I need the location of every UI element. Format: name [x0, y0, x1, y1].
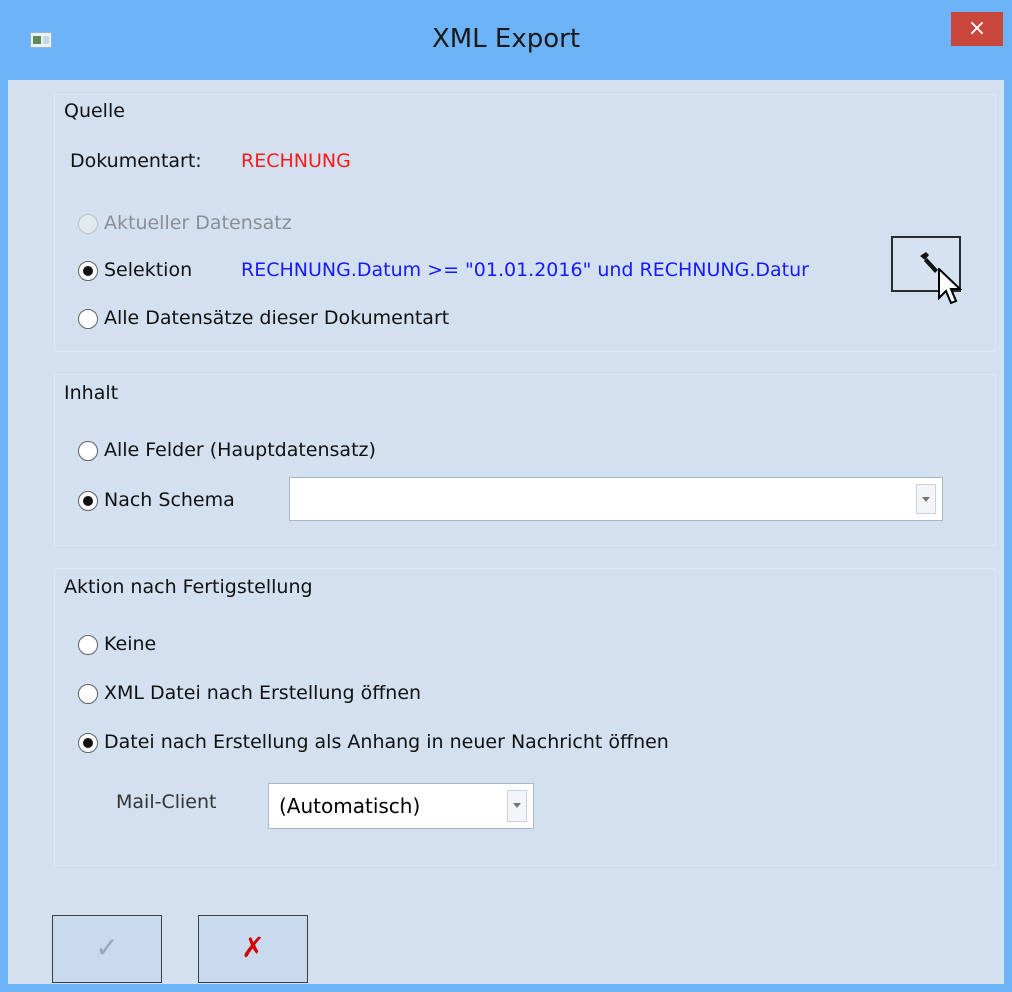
dokumentart-value: RECHNUNG [241, 150, 351, 172]
mouse-pointer-icon [938, 268, 962, 305]
radio-nach-schema[interactable] [78, 491, 98, 511]
title-bar: XML Export × [0, 0, 1012, 80]
quelle-group-title: Quelle [64, 100, 125, 122]
anhang-label[interactable]: Datei nach Erstellung als Anhang in neue… [104, 731, 669, 753]
radio-keine[interactable] [78, 635, 98, 655]
aktueller-datensatz-label: Aktueller Datensatz [104, 212, 292, 234]
chevron-down-icon[interactable] [507, 790, 527, 822]
alle-felder-label[interactable]: Alle Felder (Hauptdatensatz) [104, 439, 376, 461]
nach-schema-label[interactable]: Nach Schema [104, 489, 235, 511]
radio-selektion[interactable] [78, 261, 98, 281]
selection-criteria-text: RECHNUNG.Datum >= "01.01.2016" und RECHN… [241, 259, 809, 281]
radio-anhang[interactable] [78, 733, 98, 753]
window-title: XML Export [431, 24, 581, 54]
radio-aktueller-datensatz [78, 214, 98, 234]
xml-oeffnen-label[interactable]: XML Datei nach Erstellung öffnen [104, 682, 421, 704]
selektion-label[interactable]: Selektion [104, 259, 192, 281]
radio-alle-felder[interactable] [78, 441, 98, 461]
radio-alle-datensaetze[interactable] [78, 309, 98, 329]
chevron-down-icon[interactable] [916, 484, 936, 514]
schema-combo[interactable] [289, 477, 943, 521]
dialog-client-area: Quelle Dokumentart: RECHNUNG Aktueller D… [8, 80, 1004, 984]
inhalt-group-title: Inhalt [64, 382, 119, 404]
radio-xml-oeffnen[interactable] [78, 684, 98, 704]
close-button[interactable]: × [951, 12, 1003, 46]
mail-client-value: (Automatisch) [279, 794, 421, 818]
cancel-button[interactable]: ✗ [198, 915, 308, 983]
mail-client-combo[interactable]: (Automatisch) [268, 783, 534, 829]
alle-datensaetze-label[interactable]: Alle Datensätze dieser Dokumentart [104, 307, 449, 329]
dokumentart-label: Dokumentart: [70, 150, 202, 172]
ok-button[interactable]: ✓ [52, 915, 162, 983]
keine-label[interactable]: Keine [104, 633, 156, 655]
xml-export-window: XML Export × Quelle Dokumentart: RECHNUN… [0, 0, 1012, 992]
mail-client-label: Mail-Client [116, 791, 217, 813]
aktion-group-title: Aktion nach Fertigstellung [64, 576, 313, 598]
